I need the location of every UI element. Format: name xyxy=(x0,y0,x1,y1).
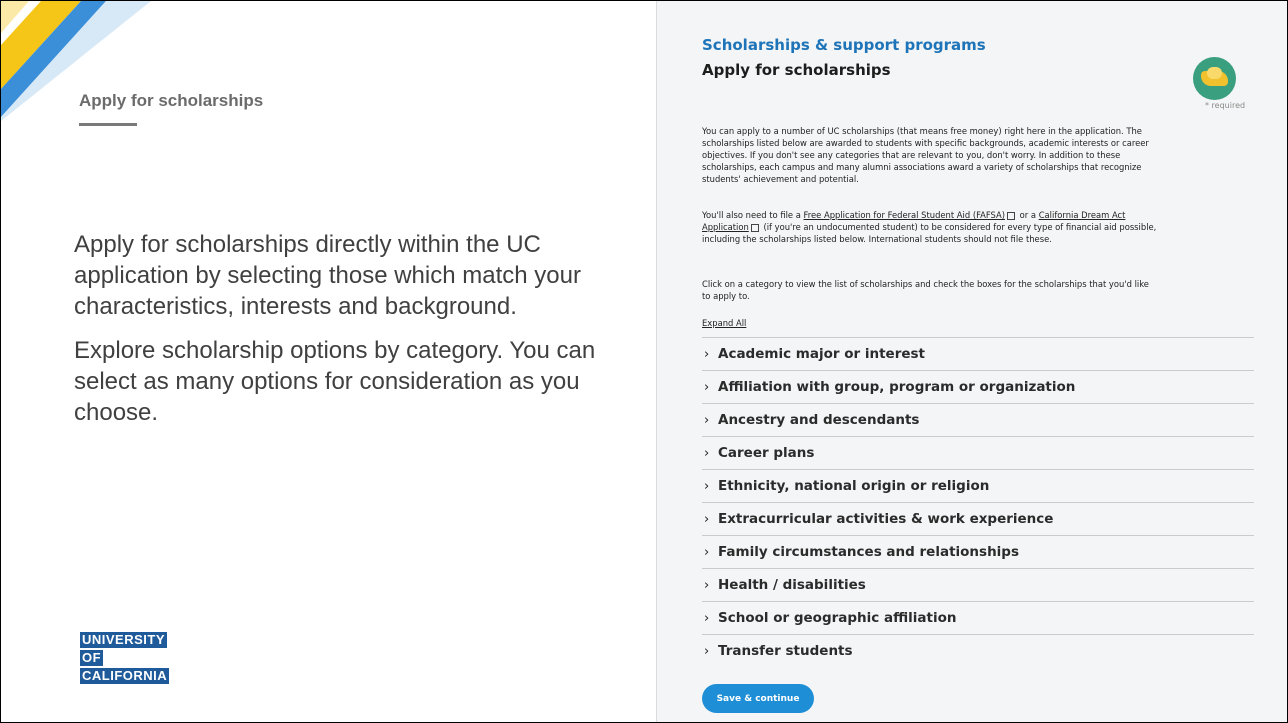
chevron-right-icon: › xyxy=(704,478,710,494)
application-screenshot: Scholarships & support programs Apply fo… xyxy=(656,1,1287,722)
category-item[interactable]: › Affiliation with group, program or orga… xyxy=(702,370,1254,403)
chevron-right-icon: › xyxy=(704,610,710,626)
page-heading: Apply for scholarships xyxy=(702,61,891,79)
financial-aid-paragraph: You'll also need to file a Free Applicat… xyxy=(702,210,1157,244)
category-item[interactable]: › Family circumstances and relationships xyxy=(702,535,1254,568)
expand-all-link[interactable]: Expand All xyxy=(702,318,746,328)
section-label: Scholarships & support programs xyxy=(702,36,986,54)
title-underline xyxy=(79,123,137,126)
category-list: › Academic major or interest › Affiliation… xyxy=(702,337,1254,667)
category-item[interactable]: › Academic major or interest xyxy=(702,337,1254,370)
category-item[interactable]: › Ancestry and descendants xyxy=(702,403,1254,436)
category-item[interactable]: › Extracurricular activities & work exper… xyxy=(702,502,1254,535)
chevron-right-icon: › xyxy=(704,412,710,428)
category-item[interactable]: › School or geographic affiliation xyxy=(702,601,1254,634)
required-note: * required xyxy=(1205,101,1246,110)
category-item[interactable]: › Career plans xyxy=(702,436,1254,469)
fafsa-link[interactable]: Free Application for Federal Student Aid… xyxy=(804,210,1005,220)
body-paragraph: Apply for scholarships directly within t… xyxy=(74,231,581,320)
slide: Apply for scholarships Apply for scholar… xyxy=(0,0,1288,723)
handshake-icon xyxy=(1193,57,1236,100)
instructions-paragraph: Click on a category to view the list of … xyxy=(702,279,1149,301)
category-item[interactable]: › Transfer students xyxy=(702,634,1254,667)
logo-line: CALIFORNIA xyxy=(80,668,170,684)
left-panel: Apply for scholarships Apply for scholar… xyxy=(1,1,656,722)
chevron-right-icon: › xyxy=(704,346,710,362)
slide-body: Apply for scholarships directly within t… xyxy=(74,229,604,441)
chevron-right-icon: › xyxy=(704,643,710,659)
logo-line: UNIVERSITY xyxy=(80,632,168,648)
slide-title: Apply for scholarships xyxy=(79,91,264,110)
external-link-icon xyxy=(1007,211,1016,220)
save-continue-button[interactable]: Save & continue xyxy=(702,684,814,713)
category-item[interactable]: › Health / disabilities xyxy=(702,568,1254,601)
logo-line: OF xyxy=(80,650,104,666)
body-paragraph: Explore scholarship options by category.… xyxy=(74,337,596,426)
external-link-icon xyxy=(750,223,759,232)
uc-logo: UNIVERSITY OF CALIFORNIA xyxy=(80,632,170,686)
chevron-right-icon: › xyxy=(704,511,710,527)
chevron-right-icon: › xyxy=(704,379,710,395)
chevron-right-icon: › xyxy=(704,445,710,461)
chevron-right-icon: › xyxy=(704,577,710,593)
intro-paragraph: You can apply to a number of UC scholars… xyxy=(702,126,1149,184)
chevron-right-icon: › xyxy=(704,544,710,560)
category-item[interactable]: › Ethnicity, national origin or religion xyxy=(702,469,1254,502)
